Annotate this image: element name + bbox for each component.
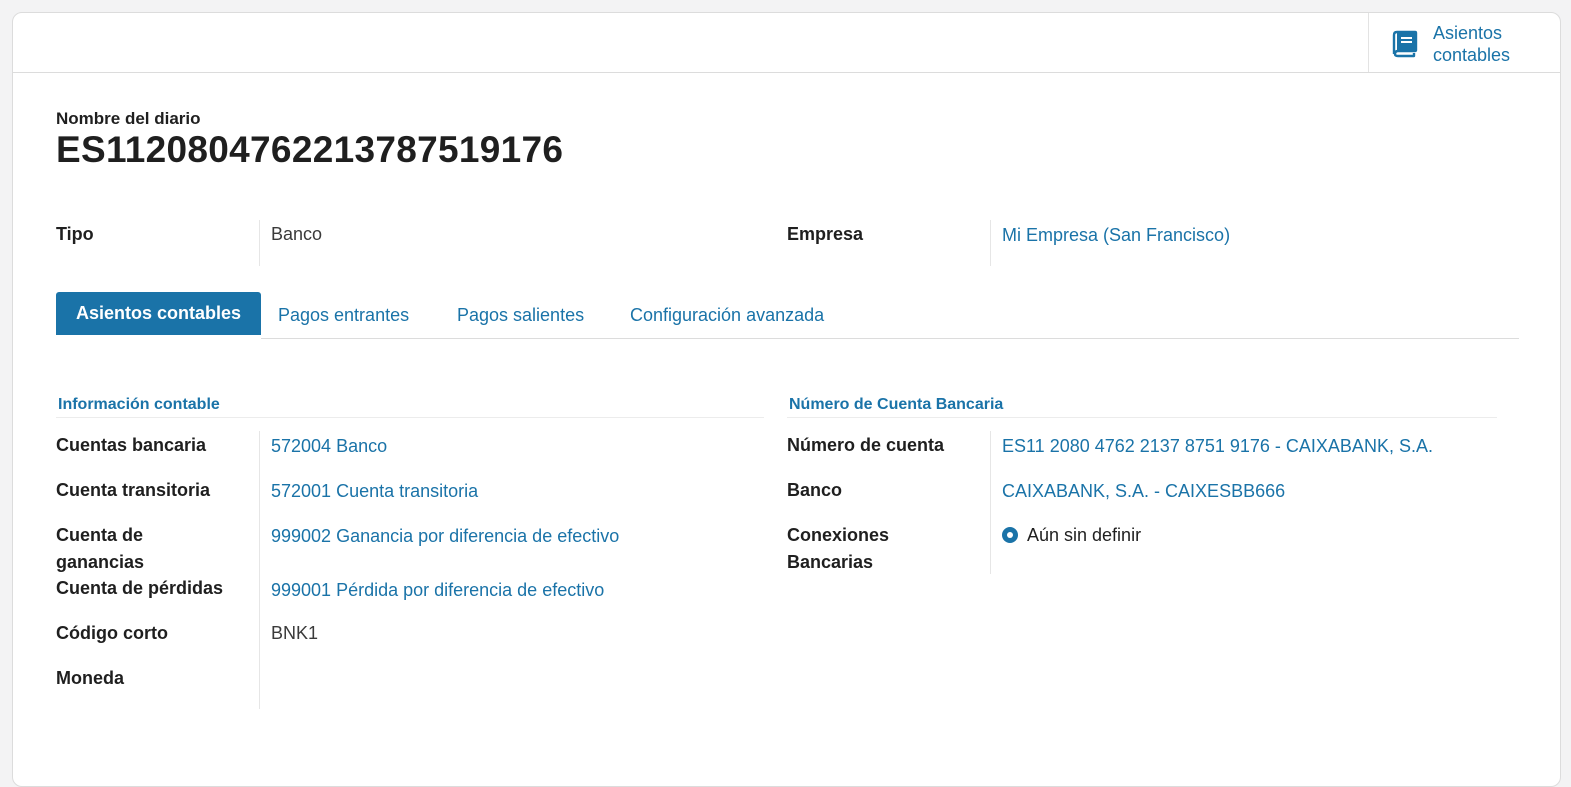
tab-pagos-salientes[interactable]: Pagos salientes <box>457 303 584 327</box>
empresa-value-link[interactable]: Mi Empresa (San Francisco) <box>1002 222 1230 249</box>
book-icon <box>1392 30 1418 58</box>
journal-entries-smart-button[interactable]: Asientos contables <box>1368 13 1560 72</box>
tipo-label: Tipo <box>56 224 94 244</box>
tab-asientos-contables[interactable]: Asientos contables <box>56 292 261 335</box>
conexiones-bancarias-label: Conexiones Bancarias <box>787 525 890 572</box>
banco-label: Banco <box>787 480 843 500</box>
section-divider <box>787 417 1497 418</box>
journal-name-value[interactable]: ES1120804762213787519176 <box>56 129 563 171</box>
tab-configuracion-avanzada[interactable]: Configuración avanzada <box>630 303 824 327</box>
cuenta-perdidas-value[interactable]: 999001 Pérdida por diferencia de efectiv… <box>271 577 604 604</box>
cuenta-perdidas-label: Cuenta de pérdidas <box>56 578 224 598</box>
codigo-corto-label: Código corto <box>56 623 168 643</box>
cuenta-transitoria-label: Cuenta transitoria <box>56 480 211 500</box>
numero-cuenta-label: Número de cuenta <box>787 435 945 455</box>
smart-button-label: Asientos contables <box>1433 23 1511 65</box>
cuenta-ganancias-label: Cuenta de ganancias <box>56 525 145 572</box>
tabs-underline <box>261 338 1519 339</box>
banco-value[interactable]: CAIXABANK, S.A. - CAIXESBB666 <box>1002 478 1285 505</box>
moneda-label: Moneda <box>56 668 125 688</box>
empresa-label: Empresa <box>787 224 864 244</box>
accounting-section-title: Información contable <box>58 396 220 413</box>
cuenta-transitoria-value[interactable]: 572001 Cuenta transitoria <box>271 478 478 505</box>
cuentas-bancaria-value[interactable]: 572004 Banco <box>271 433 387 460</box>
cuentas-bancaria-label: Cuentas bancaria <box>56 435 207 455</box>
codigo-corto-value[interactable]: BNK1 <box>271 620 318 647</box>
numero-cuenta-value[interactable]: ES11 2080 4762 2137 8751 9176 - CAIXABAN… <box>1002 433 1433 460</box>
field-divider <box>259 431 260 709</box>
conexiones-bancarias-value[interactable]: Aún sin definir <box>1027 522 1141 549</box>
section-divider <box>56 417 764 418</box>
tipo-value[interactable]: Banco <box>271 221 322 248</box>
radio-selected-icon[interactable] <box>1002 527 1018 543</box>
form-sheet: Asientos contables Nombre del diario ES1… <box>12 12 1561 787</box>
journal-name-label: Nombre del diario <box>56 109 201 128</box>
field-divider <box>259 220 260 266</box>
field-divider <box>990 431 991 574</box>
bank-account-section-title: Número de Cuenta Bancaria <box>789 396 1004 413</box>
field-divider <box>990 220 991 266</box>
button-box: Asientos contables <box>13 13 1560 73</box>
cuenta-ganancias-value[interactable]: 999002 Ganancia por diferencia de efecti… <box>271 523 619 550</box>
tab-pagos-entrantes[interactable]: Pagos entrantes <box>278 303 409 327</box>
